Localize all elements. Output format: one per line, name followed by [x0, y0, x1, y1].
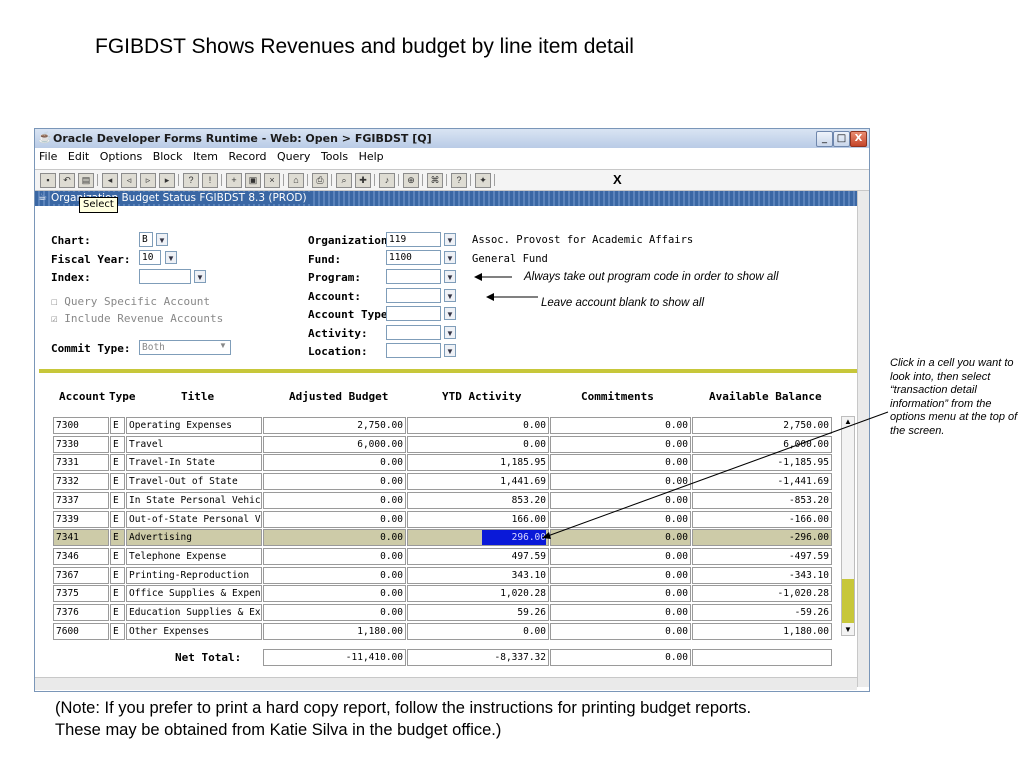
cell-pointer-head [542, 532, 551, 539]
annotation-arrows [474, 273, 889, 539]
cell-pointer-line [544, 411, 889, 538]
note-line-2: These may be obtained from Katie Silva i… [55, 721, 502, 739]
note-line-1: (Note: If you prefer to print a hard cop… [55, 699, 752, 717]
cell-click-annotation: Click in a cell you want to look into, t… [890, 357, 1018, 437]
slide-note: (Note: If you prefer to print a hard cop… [55, 697, 935, 741]
account-arrow-head [486, 293, 494, 301]
program-arrow-head [474, 273, 482, 281]
